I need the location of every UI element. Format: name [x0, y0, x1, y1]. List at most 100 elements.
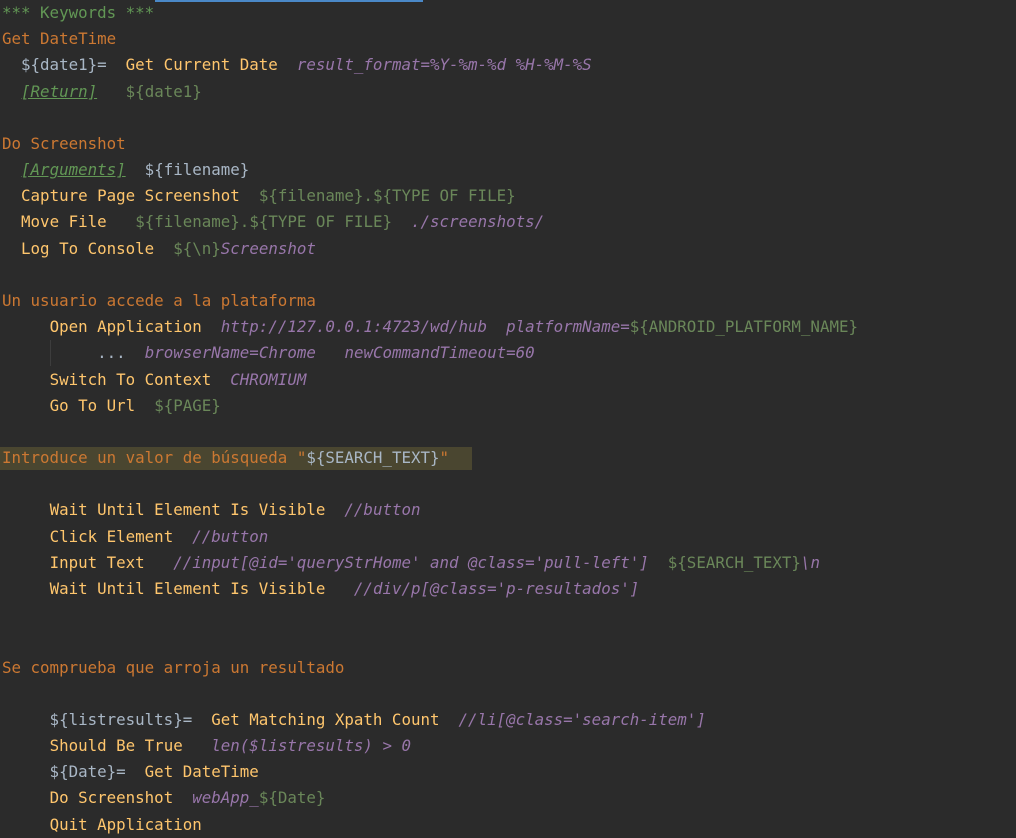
line-input-text[interactable]: Input Text //input[@id='queryStrHome' an…: [2, 550, 820, 576]
code-editor[interactable]: *** Keywords *** Get DateTime ${date1}= G…: [0, 0, 1016, 837]
line-arguments[interactable]: [Arguments] ${filename}: [2, 157, 249, 183]
line-listresults-assign[interactable]: ${listresults}= Get Matching Xpath Count…: [2, 707, 706, 733]
line-click-element[interactable]: Click Element //button: [2, 524, 269, 550]
code-token: Get Matching Xpath Count: [211, 709, 440, 729]
keyword-usuario-accede[interactable]: Un usuario accede a la plataforma: [2, 288, 316, 314]
line-should-be-true[interactable]: Should Be True len($listresults) > 0: [2, 733, 411, 759]
keyword-do-screenshot[interactable]: Do Screenshot: [2, 131, 126, 157]
code-token: Un usuario accede a la plataforma: [2, 290, 316, 310]
code-token: Capture Page Screenshot: [21, 186, 240, 206]
line-do-screenshot-call[interactable]: Do Screenshot webApp_${Date}: [2, 785, 326, 811]
keyword-se-comprueba[interactable]: Se comprueba que arroja un resultado: [2, 655, 344, 681]
code-token: Click Element: [49, 526, 174, 546]
code-token: //button: [192, 526, 269, 546]
code-token: ./screenshots/: [411, 212, 545, 232]
code-token: //button: [344, 500, 421, 520]
line-quit-application[interactable]: Quit Application: [2, 812, 202, 838]
line-wait-until-visible-1[interactable]: Wait Until Element Is Visible //button: [2, 497, 421, 523]
code-token: Move File: [21, 212, 107, 232]
code-token: result_format=%Y-%m-%d %H-%M-%S: [296, 55, 592, 75]
code-token: Introduce un valor de búsqueda ": [2, 448, 307, 468]
code-token: ${listresults}=: [2, 709, 212, 729]
line-continuation[interactable]: ... browserName=Chrome newCommandTimeout…: [2, 340, 535, 366]
line-switch-context[interactable]: Switch To Context CHROMIUM: [2, 367, 307, 393]
code-token: Quit Application: [49, 814, 202, 834]
line-open-application[interactable]: Open Application http://127.0.0.1:4723/w…: [2, 314, 858, 340]
keyword-get-datetime[interactable]: Get DateTime: [2, 26, 116, 52]
code-token: Get DateTime: [144, 762, 259, 782]
code-token: newCommandTimeout=60: [344, 343, 535, 363]
line-date1-assign[interactable]: ${date1}= Get Current Date result_format…: [2, 52, 592, 78]
code-token: Wait Until Element Is Visible: [49, 500, 326, 520]
keyword-introduce-valor[interactable]: Introduce un valor de búsqueda "${SEARCH…: [2, 445, 449, 471]
code-token: ...: [97, 343, 126, 363]
code-token: Log To Console: [21, 238, 155, 258]
code-token: ${PAGE}: [154, 395, 221, 415]
code-token: ${filename}: [125, 160, 250, 180]
code-token: Screenshot: [220, 238, 316, 258]
code-token: Input Text: [49, 552, 145, 572]
code-token: platformName=: [506, 317, 630, 337]
code-token: Do Screenshot: [49, 788, 174, 808]
section-header-keywords[interactable]: *** Keywords ***: [2, 0, 154, 26]
code-token: Se comprueba que arroja un resultado: [2, 657, 345, 677]
code-token: ": [439, 448, 450, 468]
code-token: Get Current Date: [125, 55, 278, 75]
code-token: [Return]: [21, 81, 98, 101]
code-token: [Arguments]: [21, 160, 126, 180]
line-return[interactable]: [Return] ${date1}: [2, 79, 202, 105]
code-token: ${filename}.${TYPE OF FILE}: [135, 212, 392, 232]
code-token: //li[@class='search-item']: [458, 709, 706, 729]
code-token: Do Screenshot: [2, 133, 126, 153]
code-token: Switch To Context: [49, 369, 212, 389]
code-token: Open Application: [49, 317, 202, 337]
code-token: Wait Until Element Is Visible: [49, 578, 326, 598]
code-token: ${SEARCH_TEXT}: [667, 552, 801, 572]
line-go-to-url[interactable]: Go To Url ${PAGE}: [2, 393, 221, 419]
code-token: ${Date}: [258, 788, 326, 808]
code-token: \n: [800, 552, 820, 572]
code-token: webApp_: [192, 788, 259, 808]
code-token: Get DateTime: [2, 29, 117, 49]
code-token: ${SEARCH_TEXT}: [306, 448, 440, 468]
line-move-file[interactable]: Move File ${filename}.${TYPE OF FILE} ./…: [2, 209, 544, 235]
code-token: Should Be True: [49, 736, 183, 756]
line-capture-page-screenshot[interactable]: Capture Page Screenshot ${filename}.${TY…: [2, 183, 516, 209]
line-wait-until-visible-2[interactable]: Wait Until Element Is Visible //div/p[@c…: [2, 576, 640, 602]
code-token: //input[@id='queryStrHome' and @class='p…: [173, 552, 649, 572]
active-tab-indicator: [155, 0, 423, 2]
code-token: //div/p[@class='p-resultados']: [353, 578, 640, 598]
line-date-assign[interactable]: ${Date}= Get DateTime: [2, 759, 259, 785]
line-log-to-console[interactable]: Log To Console ${\n}Screenshot: [2, 236, 316, 262]
code-token: ${Date}=: [2, 762, 145, 782]
